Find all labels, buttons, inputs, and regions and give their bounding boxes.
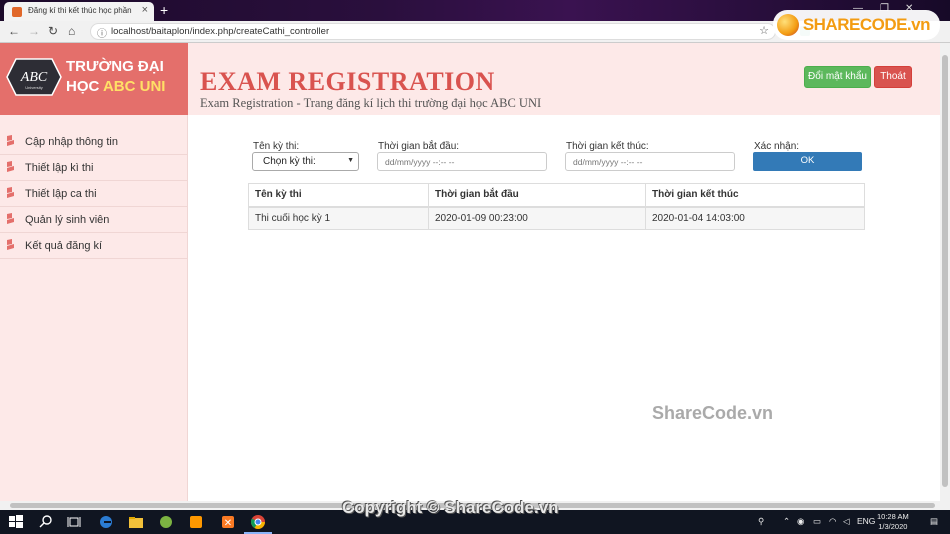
home-icon[interactable]: ⌂ bbox=[68, 24, 75, 38]
wifi-icon[interactable]: ◠ bbox=[829, 516, 836, 527]
notification-icon[interactable]: ▤ bbox=[930, 516, 938, 527]
reload-icon[interactable]: ↻ bbox=[48, 24, 58, 38]
address-bar[interactable]: ⓘ localhost/baitaplon/index.php/createCa… bbox=[90, 23, 776, 40]
clock-date: 1/3/2020 bbox=[878, 522, 908, 531]
sharecode-logo-icon bbox=[776, 14, 799, 36]
menu-item-icon bbox=[7, 213, 14, 224]
menu-item-icon bbox=[7, 187, 14, 198]
sharecode-badge: SHARECODE.vn bbox=[772, 10, 940, 40]
app-icon[interactable] bbox=[158, 514, 174, 530]
back-icon[interactable]: ← bbox=[8, 24, 20, 38]
sidebar-item-label: Thiết lập ca thi bbox=[25, 188, 97, 200]
table-header-row: Tên kỳ thi Thời gian bắt đầu Thời gian k… bbox=[248, 183, 865, 208]
sidebar-item-label: Kết quả đăng kí bbox=[25, 240, 103, 252]
brand-line-1: TRƯỜNG ĐẠI bbox=[66, 58, 164, 75]
tab-title: Đăng kí thi kết thúc học phần bbox=[28, 6, 132, 15]
change-password-button[interactable]: Đổi mật khẩu bbox=[804, 66, 871, 88]
brand-block[interactable]: ABC University TRƯỜNG ĐẠI HỌC ABC UNI bbox=[0, 43, 188, 115]
sidebar-item-update-info[interactable]: Cập nhập thông tin bbox=[0, 129, 187, 155]
brand-line-2: HỌC ABC UNI bbox=[66, 77, 165, 97]
start-time-label: Thời gian bắt đầu: bbox=[378, 141, 460, 152]
sharecode-watermark: ShareCode.vn bbox=[652, 403, 774, 423]
vertical-scrollbar[interactable] bbox=[940, 43, 950, 501]
page-subtitle: Exam Registration - Trang đăng kí lịch t… bbox=[200, 96, 542, 110]
new-tab-icon[interactable]: + bbox=[160, 2, 168, 18]
exam-name-label: Tên kỳ thi: bbox=[253, 141, 300, 152]
logo-text: ABC bbox=[20, 70, 48, 85]
system-clock[interactable]: 10:28 AM 1/3/2020 bbox=[877, 512, 909, 532]
sidebar-item-session-setup[interactable]: Thiết lập ca thi bbox=[0, 181, 187, 207]
column-header: Tên kỳ thi bbox=[248, 183, 429, 208]
table-cell: 2020-01-09 00:23:00 bbox=[428, 206, 646, 230]
file-explorer-icon[interactable] bbox=[128, 514, 144, 530]
sidebar-item-label: Quản lý sinh viên bbox=[25, 214, 110, 226]
menu-item-icon bbox=[7, 161, 14, 172]
column-header: Thời gian kết thúc bbox=[645, 183, 865, 208]
sidebar: Cập nhập thông tin Thiết lập kì thi Thiế… bbox=[0, 115, 188, 501]
logo-subtext: University bbox=[25, 85, 43, 90]
start-time-input[interactable]: dd/mm/yyyy --:-- -- bbox=[377, 152, 547, 171]
sublime-text-icon[interactable] bbox=[188, 514, 204, 530]
people-icon[interactable]: ⚲ bbox=[758, 516, 764, 527]
network-icon[interactable]: ◉ bbox=[797, 516, 804, 527]
forward-icon[interactable]: → bbox=[28, 24, 40, 38]
logout-button[interactable]: Thoát bbox=[874, 66, 912, 88]
svg-text:✕: ✕ bbox=[224, 518, 232, 529]
sidebar-item-label: Thiết lập kì thi bbox=[25, 162, 94, 174]
exam-select[interactable]: Chọn kỳ thi: ▼ bbox=[252, 152, 359, 171]
end-time-label: Thời gian kết thúc: bbox=[566, 141, 649, 152]
ok-button[interactable]: OK bbox=[753, 152, 862, 171]
menu-item-icon bbox=[7, 239, 14, 250]
table-cell: Thi cuối học kỳ 1 bbox=[248, 206, 429, 230]
copyright-watermark: Copyright © ShareCode.vn bbox=[342, 498, 559, 517]
browser-tab[interactable]: Đăng kí thi kết thúc học phần × bbox=[4, 2, 154, 21]
sidebar-item-exam-setup[interactable]: Thiết lập kì thi bbox=[0, 155, 187, 181]
bookmark-star-icon[interactable]: ☆ bbox=[759, 24, 769, 37]
windows-start-icon[interactable] bbox=[8, 514, 24, 530]
chevron-down-icon: ▼ bbox=[347, 157, 354, 164]
input-language[interactable]: ENG bbox=[857, 516, 875, 526]
url-text: localhost/baitaplon/index.php/createCath… bbox=[111, 26, 330, 37]
menu-item-icon bbox=[7, 135, 14, 146]
chrome-icon[interactable] bbox=[250, 514, 266, 530]
table-cell: 2020-01-04 14:03:00 bbox=[645, 206, 865, 230]
tray-expand-icon[interactable]: ⌃ bbox=[783, 516, 790, 527]
table-row: Thi cuối học kỳ 1 2020-01-09 00:23:00 20… bbox=[248, 206, 865, 230]
page-header: ABC University TRƯỜNG ĐẠI HỌC ABC UNI EX… bbox=[0, 43, 940, 115]
sidebar-item-label: Cập nhập thông tin bbox=[25, 136, 118, 148]
edge-icon[interactable] bbox=[98, 514, 114, 530]
abc-university-logo-icon: ABC University bbox=[6, 58, 62, 96]
clock-time: 10:28 AM bbox=[877, 512, 909, 521]
search-icon[interactable] bbox=[38, 514, 54, 530]
end-time-input[interactable]: dd/mm/yyyy --:-- -- bbox=[565, 152, 735, 171]
confirm-label: Xác nhận: bbox=[754, 141, 800, 152]
info-icon[interactable]: ⓘ bbox=[97, 25, 107, 40]
brand-line-2a: HỌC bbox=[66, 78, 103, 95]
xampp-favicon-icon bbox=[12, 7, 22, 17]
brand-line-2b: ABC UNI bbox=[102, 78, 166, 95]
exam-schedule-table: Tên kỳ thi Thời gian bắt đầu Thời gian k… bbox=[248, 183, 865, 230]
sharecode-badge-text: SHARECODE.vn bbox=[802, 15, 931, 34]
tab-close-icon[interactable]: × bbox=[142, 4, 148, 16]
web-page: ABC University TRƯỜNG ĐẠI HỌC ABC UNI EX… bbox=[0, 43, 940, 501]
sidebar-item-student-management[interactable]: Quản lý sinh viên bbox=[0, 207, 187, 233]
column-header: Thời gian bắt đầu bbox=[428, 183, 646, 208]
task-view-icon[interactable] bbox=[66, 514, 82, 530]
battery-icon[interactable]: ▭ bbox=[813, 516, 821, 527]
exam-select-value: Chọn kỳ thi: bbox=[263, 156, 316, 167]
xampp-icon[interactable]: ✕ bbox=[220, 514, 236, 530]
page-title: EXAM REGISTRATION bbox=[200, 67, 495, 96]
sidebar-item-registration-results[interactable]: Kết quả đăng kí bbox=[0, 233, 187, 259]
brand-name: TRƯỜNG ĐẠI HỌC ABC UNI bbox=[66, 57, 165, 97]
volume-icon[interactable]: ◁ bbox=[843, 516, 850, 527]
